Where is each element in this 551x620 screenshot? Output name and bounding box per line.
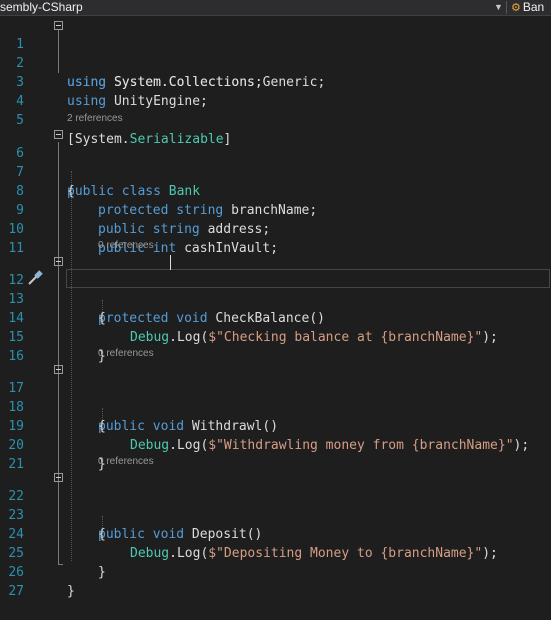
- codelens-references[interactable]: 0 references: [98, 348, 154, 360]
- project-dropdown[interactable]: sembly-CSharp: [0, 0, 83, 15]
- code-line[interactable]: 13 {: [0, 271, 551, 326]
- codelens-references[interactable]: 0 references: [98, 240, 154, 252]
- line-number: 27: [8, 584, 24, 599]
- code-line[interactable]: 11: [0, 220, 551, 256]
- code-line[interactable]: 21: [0, 436, 551, 472]
- code-line[interactable]: 3 using UnityEngine;: [0, 54, 551, 109]
- text-caret: [170, 255, 171, 270]
- code-line[interactable]: 12 protected void CheckBalance(): [0, 252, 551, 326]
- class-dropdown[interactable]: ⚙ Ban: [511, 0, 544, 16]
- code-line[interactable]: 22 public void Deposit(): [0, 468, 551, 542]
- code-line[interactable]: 10 public int cashInVault;: [0, 201, 551, 256]
- code-line[interactable]: 23 {: [0, 487, 551, 542]
- code-line[interactable]: 17 public void Withdrawl(): [0, 360, 551, 434]
- code-line[interactable]: 16: [0, 328, 551, 364]
- divider: [506, 1, 507, 14]
- code-line[interactable]: 26 }: [0, 544, 551, 599]
- collapse-minus-icon[interactable]: [54, 365, 63, 374]
- class-dropdown-label: Ban: [522, 0, 545, 14]
- code-line[interactable]: 6 public class Bank: [0, 125, 551, 199]
- code-line[interactable]: 2 using System.Collections.Generic;: [0, 35, 551, 90]
- code-line[interactable]: 19 Debug.Log($"Withdrawling money from {…: [0, 398, 551, 453]
- code-line[interactable]: 27: [0, 563, 551, 599]
- collapse-minus-icon[interactable]: [54, 130, 63, 139]
- code-line[interactable]: 25 }: [0, 525, 551, 580]
- collapse-minus-icon[interactable]: [54, 473, 63, 482]
- collapse-minus-icon[interactable]: [54, 21, 63, 30]
- chevron-down-icon[interactable]: ▼: [494, 0, 503, 15]
- navigation-bar: sembly-CSharp ▼ ⚙ Ban: [0, 0, 551, 16]
- code-line[interactable]: 1 using System.Collections;: [0, 16, 551, 90]
- code-line[interactable]: 24 Debug.Log($"Depositing Money to {bran…: [0, 506, 551, 561]
- code-line[interactable]: 4: [0, 73, 551, 109]
- code-line[interactable]: 14 Debug.Log($"Checking balance at {bran…: [0, 290, 551, 345]
- code-line[interactable]: 7 {: [0, 144, 551, 199]
- codelens-references[interactable]: 2 references: [67, 113, 123, 125]
- codelens-references[interactable]: 0 references: [98, 456, 154, 468]
- code-editor[interactable]: 1 using System.Collections; 2 using Syst…: [0, 16, 551, 599]
- code-line[interactable]: 8 protected string branchName;: [0, 163, 551, 218]
- code-line[interactable]: 15 }: [0, 309, 551, 364]
- class-icon: ⚙: [511, 2, 521, 14]
- code-line[interactable]: 5 [System.Serializable]: [0, 92, 551, 147]
- code-line[interactable]: 9 public string address;: [0, 182, 551, 237]
- code-line[interactable]: 20 }: [0, 417, 551, 472]
- brace: }: [67, 584, 75, 599]
- code-line[interactable]: 18 {: [0, 379, 551, 434]
- collapse-minus-icon[interactable]: [54, 257, 63, 266]
